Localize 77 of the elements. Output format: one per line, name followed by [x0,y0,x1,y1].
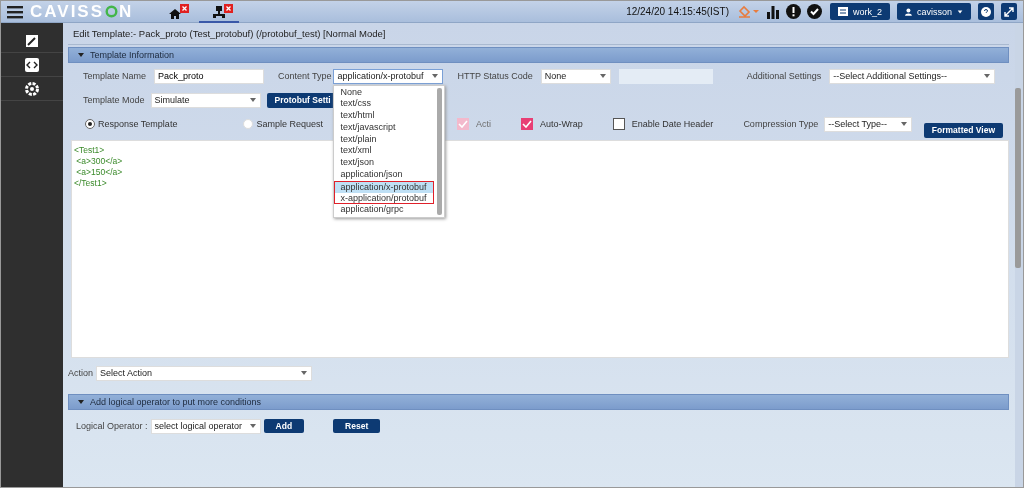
caret-icon [300,369,308,377]
check-icon [807,4,822,19]
checkbox[interactable] [520,118,533,130]
field-label: HTTP Status Code [457,71,533,81]
date-time: 12/24/20 14:15:45(IST) [626,6,729,17]
dropdown-option[interactable]: text/xml [334,145,435,158]
compression-select[interactable]: --Select Type-- [824,116,912,132]
code-line: <a>150</a> [75,167,123,178]
radio-label: Response Template [98,119,178,129]
dropdown-option[interactable]: x-application/protobuf [334,192,435,205]
code-line: <a>300</a> [75,156,123,167]
operator-select[interactable]: select logical operator [150,418,261,434]
field-label: Logical Operator : [76,421,148,431]
caret-down-icon [77,398,85,406]
status-code-select[interactable]: None [540,68,611,84]
help-icon [981,6,991,17]
dropdown-option[interactable]: text/html [334,110,435,122]
code-icon [24,56,40,73]
caret-icon [248,96,257,104]
user-icon [905,6,912,17]
field-label: Content Type [278,71,332,81]
radio-button[interactable] [85,119,95,129]
bar-chart-icon [766,4,780,19]
checkmark-icon [521,120,532,128]
reset-button[interactable]: Reset [333,419,381,433]
workspace-button[interactable]: work_2 [830,3,890,20]
radio-label: Sample Request [256,119,323,129]
checkbox[interactable] [612,118,625,130]
paint-bucket-icon [738,4,760,19]
code-line: </Test1> [74,178,107,189]
user-menu-button[interactable]: cavisson [897,3,971,20]
add-button[interactable]: Add [263,419,305,433]
caret-icon [431,72,440,80]
caret-icon [899,120,908,128]
field-label: Additional Settings [746,71,822,81]
caret-down-icon [77,51,85,59]
home-icon [168,6,183,21]
logo: CAVISS N [30,1,134,22]
field-label: Action [68,368,93,378]
dropdown-option[interactable]: text/javascript [334,121,435,134]
caret-icon [956,7,963,16]
dropdown-option[interactable]: application/grpc [334,204,435,217]
dropdown-option[interactable]: application/json [334,169,435,181]
caret-icon [983,72,992,80]
text-field[interactable] [618,68,713,84]
fullscreen-button[interactable] [1001,3,1017,20]
content-type-select[interactable]: application/x-protobuf [333,68,444,84]
help-button[interactable] [978,3,994,20]
menu-icon [7,4,23,19]
close-icon [224,3,234,13]
field-label: Template Name [83,71,147,81]
list-icon [838,7,848,16]
code-line: <Test1> [74,145,105,156]
gear-icon [24,80,40,97]
mode-select[interactable]: Simulate [150,92,261,108]
settings-select[interactable]: --Select Additional Settings-- [829,68,996,84]
section-header[interactable]: Template Information [68,47,1009,63]
action-select[interactable]: Select Action [96,365,312,381]
expand-icon [1004,6,1014,17]
caret-icon [248,422,257,430]
close-icon [180,3,190,13]
checkbox-label: Acti [475,119,491,129]
checkbox-label: Auto-Wrap [539,119,583,129]
section-header[interactable]: Add logical operator to put more conditions [68,394,1009,410]
checkbox-label: Enable Date Header [631,119,714,129]
page-title: Edit Template:- Pack_proto (Test_protobuf) (/protobuf_test) [Normal Mode] [68,23,1009,45]
dropdown-option[interactable]: application/x-protobuf [334,180,435,193]
edit-icon [24,32,40,49]
network-icon [212,4,227,19]
scrollbar[interactable] [1015,88,1021,268]
caret-icon [598,72,607,80]
formatted-view-button[interactable]: Formatted View [923,122,1003,138]
field-label: Template Mode [83,95,145,105]
alert-icon [786,4,801,19]
text-field[interactable]: Pack_proto [154,68,265,84]
field-label: Compression Type [743,119,819,129]
dropdown-option[interactable]: text/json [334,157,435,170]
